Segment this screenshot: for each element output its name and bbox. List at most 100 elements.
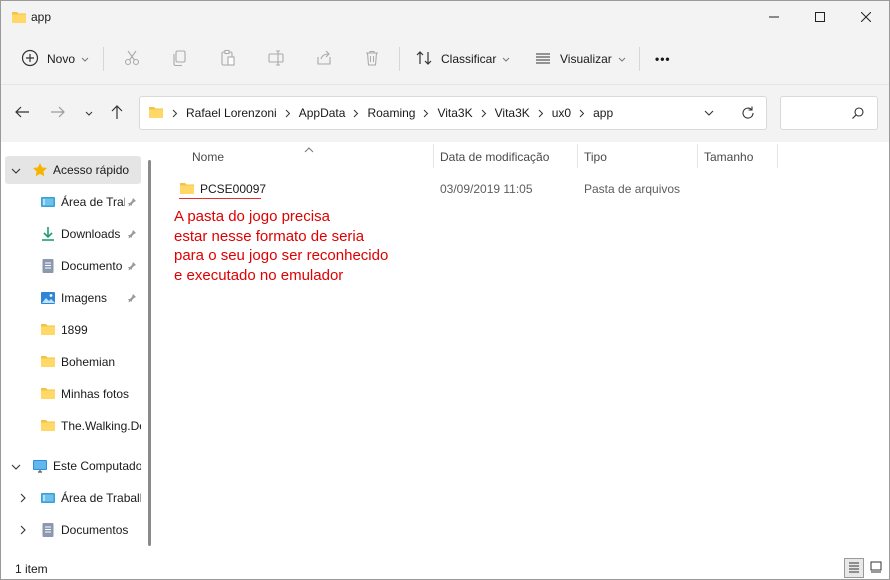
sidebar-item-my-photos[interactable]: Minhas fotos: [5, 380, 141, 408]
annotation-line: e executado no emulador: [174, 266, 344, 284]
download-icon: [40, 226, 56, 245]
sidebar-item-pictures[interactable]: Imagens: [5, 284, 141, 312]
column-header-type[interactable]: Tipo: [584, 142, 607, 168]
trash-icon: [363, 49, 381, 70]
search-icon: [851, 106, 865, 123]
column-header-name[interactable]: Nome: [192, 142, 224, 168]
separator: [103, 47, 104, 71]
scissors-icon: [123, 49, 141, 70]
clipboard-icon: [219, 49, 237, 70]
chevron-right-icon[interactable]: [534, 106, 548, 120]
file-list: Nome Data de modificação Tipo Tamanho PC…: [159, 142, 889, 556]
star-icon: [32, 162, 48, 181]
rename-icon: [267, 49, 285, 70]
chevron-down-icon[interactable]: [11, 164, 21, 178]
large-icons-view-button[interactable]: [866, 558, 886, 578]
breadcrumb-item[interactable]: Roaming: [367, 106, 415, 120]
annotation-line: para o seu jogo ser reconhecido: [174, 247, 389, 264]
column-divider[interactable]: [577, 144, 578, 168]
cut-button[interactable]: [123, 45, 141, 73]
chevron-down-icon: [81, 52, 89, 66]
details-view-icon: [848, 561, 860, 576]
breadcrumb-item[interactable]: Rafael Lorenzoni: [186, 106, 277, 120]
details-view-button[interactable]: [844, 558, 864, 578]
copy-button[interactable]: [171, 45, 189, 73]
maximize-button[interactable]: [797, 1, 843, 33]
chevron-right-icon[interactable]: [281, 106, 295, 120]
item-count: 1 item: [15, 562, 48, 576]
list-view-icon: [534, 49, 552, 70]
chevron-right-icon[interactable]: [349, 106, 363, 120]
file-name: PCSE00097: [200, 182, 267, 196]
arrow-up-icon: [110, 104, 124, 123]
chevron-right-icon[interactable]: [419, 106, 433, 120]
up-button[interactable]: [106, 101, 128, 125]
close-button[interactable]: [843, 1, 889, 33]
address-bar[interactable]: Rafael Lorenzoni AppData Roaming Vita3K …: [139, 96, 767, 130]
more-options-button[interactable]: •••: [655, 45, 671, 73]
image-icon: [40, 290, 56, 309]
breadcrumb-item[interactable]: AppData: [299, 106, 346, 120]
annotation-line: estar nesse formato de seria: [174, 227, 365, 245]
folder-icon: [40, 386, 56, 403]
pin-icon: [127, 196, 137, 210]
chevron-down-icon[interactable]: [704, 106, 714, 123]
pin-icon: [127, 292, 137, 306]
sidebar-item-documents-pc[interactable]: Documentos: [5, 516, 141, 544]
new-button[interactable]: Novo: [21, 45, 89, 73]
folder-icon: [11, 10, 27, 27]
window-title: app: [31, 10, 52, 24]
desktop-icon: [40, 490, 56, 509]
chevron-right-icon[interactable]: [19, 524, 27, 538]
refresh-icon[interactable]: [740, 105, 756, 124]
sidebar-item-desktop-pc[interactable]: Área de Trabalh: [5, 484, 141, 512]
column-divider[interactable]: [433, 144, 434, 168]
rename-button[interactable]: [267, 45, 285, 73]
document-icon: [40, 258, 56, 277]
breadcrumb-item[interactable]: Vita3K: [495, 106, 530, 120]
breadcrumb-item[interactable]: app: [593, 106, 613, 120]
chevron-down-icon: [502, 52, 510, 66]
sidebar-item-label: Documentos: [61, 523, 129, 537]
sidebar-item-quick-access[interactable]: Acesso rápido: [5, 156, 141, 184]
chevron-right-icon[interactable]: [477, 106, 491, 120]
share-button[interactable]: [315, 45, 333, 73]
chevron-down-icon[interactable]: [11, 460, 21, 474]
plus-circle-icon: [21, 49, 39, 70]
column-divider[interactable]: [697, 144, 698, 168]
sort-label: Classificar: [441, 52, 497, 66]
column-divider[interactable]: [777, 144, 778, 168]
sidebar-item-downloads[interactable]: Downloads: [5, 220, 141, 248]
forward-button[interactable]: [47, 101, 69, 125]
sidebar-item-1899[interactable]: 1899: [5, 316, 141, 344]
column-header-modified[interactable]: Data de modificação: [440, 142, 549, 168]
sidebar-item-the-walking-dead[interactable]: The.Walking.De: [5, 412, 141, 440]
folder-icon: [40, 322, 56, 339]
column-header-size[interactable]: Tamanho: [704, 142, 753, 168]
delete-button[interactable]: [363, 45, 381, 73]
sort-button[interactable]: Classificar: [415, 45, 510, 73]
chevron-right-icon[interactable]: [575, 106, 589, 120]
recent-locations-button[interactable]: [78, 101, 100, 125]
chevron-right-icon[interactable]: [19, 492, 27, 506]
annotation-note: A pasta do jogo precisa estar nesse form…: [174, 207, 434, 285]
minimize-button[interactable]: [751, 1, 797, 33]
paste-button[interactable]: [219, 45, 237, 73]
sidebar-item-label: Área de Trab: [61, 195, 125, 209]
breadcrumb-item[interactable]: ux0: [552, 106, 571, 120]
file-modified: 03/09/2019 11:05: [440, 182, 533, 196]
sidebar-item-documents[interactable]: Documento: [5, 252, 141, 280]
sidebar-item-desktop[interactable]: Área de Trab: [5, 188, 141, 216]
chevron-down-icon: [85, 106, 93, 120]
sidebar-item-this-pc[interactable]: Este Computado: [5, 452, 141, 480]
back-button[interactable]: [11, 101, 33, 125]
table-row[interactable]: PCSE00097 03/09/2019 11:05 Pasta de arqu…: [173, 178, 773, 200]
search-input[interactable]: [780, 96, 878, 130]
sidebar-item-bohemian[interactable]: Bohemian: [5, 348, 141, 376]
annotation-line: A pasta do jogo precisa: [174, 208, 330, 225]
scrollbar[interactable]: [148, 160, 151, 546]
desktop-icon: [40, 194, 56, 213]
breadcrumb-item[interactable]: Vita3K: [437, 106, 472, 120]
chevron-right-icon[interactable]: [168, 106, 182, 120]
view-button[interactable]: Visualizar: [534, 45, 626, 73]
